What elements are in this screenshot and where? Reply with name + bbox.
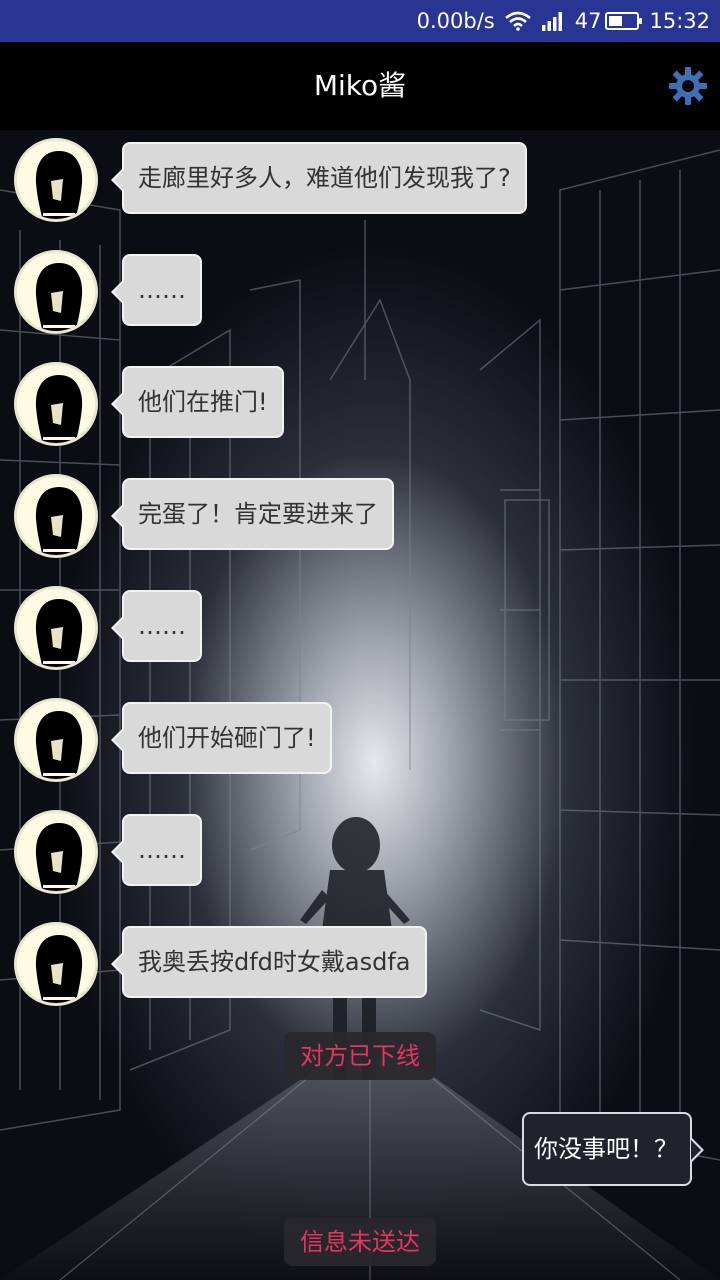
status-bar: 0.00b/s 47 15:32 [0,0,720,42]
chat-title: Miko酱 [313,69,407,102]
message-bubble[interactable]: 我奥丢按dfd时女戴asdfa [111,926,427,998]
avatar[interactable] [14,698,98,782]
battery-fill [609,16,622,26]
message-bubble[interactable]: 他们开始砸门了! [111,702,332,774]
clock: 15:32 [649,9,710,33]
battery-icon [605,12,643,30]
incoming-message: …… [14,250,202,334]
avatar[interactable] [14,362,98,446]
girl-silhouette-icon [35,263,83,331]
message-bubble[interactable]: …… [111,254,202,326]
battery-level: 47 [574,9,602,33]
chat-area[interactable]: 走廊里好多人，难道他们发现我了? …… 他们在推门! 完蛋了！肯定要进来了 ……… [0,130,720,1280]
message-bubble[interactable]: 完蛋了！肯定要进来了 [111,478,394,550]
incoming-message: 我奥丢按dfd时女戴asdfa [14,922,427,1006]
message-bubble[interactable]: …… [111,590,202,662]
app-header: Miko酱 [0,42,720,130]
avatar[interactable] [14,138,98,222]
message-bubble[interactable]: …… [111,814,202,886]
incoming-message: …… [14,586,202,670]
girl-silhouette-icon [35,599,83,667]
avatar[interactable] [14,474,98,558]
message-bubble[interactable]: 走廊里好多人，难道他们发现我了? [111,142,527,214]
message-bubble[interactable]: 他们在推门! [111,366,284,438]
network-speed: 0.00b/s [416,9,495,33]
avatar[interactable] [14,810,98,894]
incoming-message: 走廊里好多人，难道他们发现我了? [14,138,527,222]
incoming-message: 他们开始砸门了! [14,698,332,782]
incoming-message: 完蛋了！肯定要进来了 [14,474,394,558]
avatar[interactable] [14,586,98,670]
offline-notice: 对方已下线 [284,1032,436,1080]
girl-silhouette-icon [35,151,83,219]
gear-icon[interactable] [668,66,708,106]
outgoing-message-bubble[interactable]: 你没事吧！？ [522,1112,704,1186]
girl-silhouette-icon [35,487,83,555]
incoming-message: …… [14,810,202,894]
avatar[interactable] [14,250,98,334]
not-delivered-notice: 信息未送达 [284,1218,436,1266]
girl-silhouette-icon [35,935,83,1003]
girl-silhouette-icon [35,823,83,891]
signal-icon [541,11,565,31]
avatar[interactable] [14,922,98,1006]
girl-silhouette-icon [35,711,83,779]
battery-indicator: 47 [574,9,643,33]
incoming-message: 他们在推门! [14,362,284,446]
wifi-icon [504,11,531,31]
girl-silhouette-icon [35,375,83,443]
